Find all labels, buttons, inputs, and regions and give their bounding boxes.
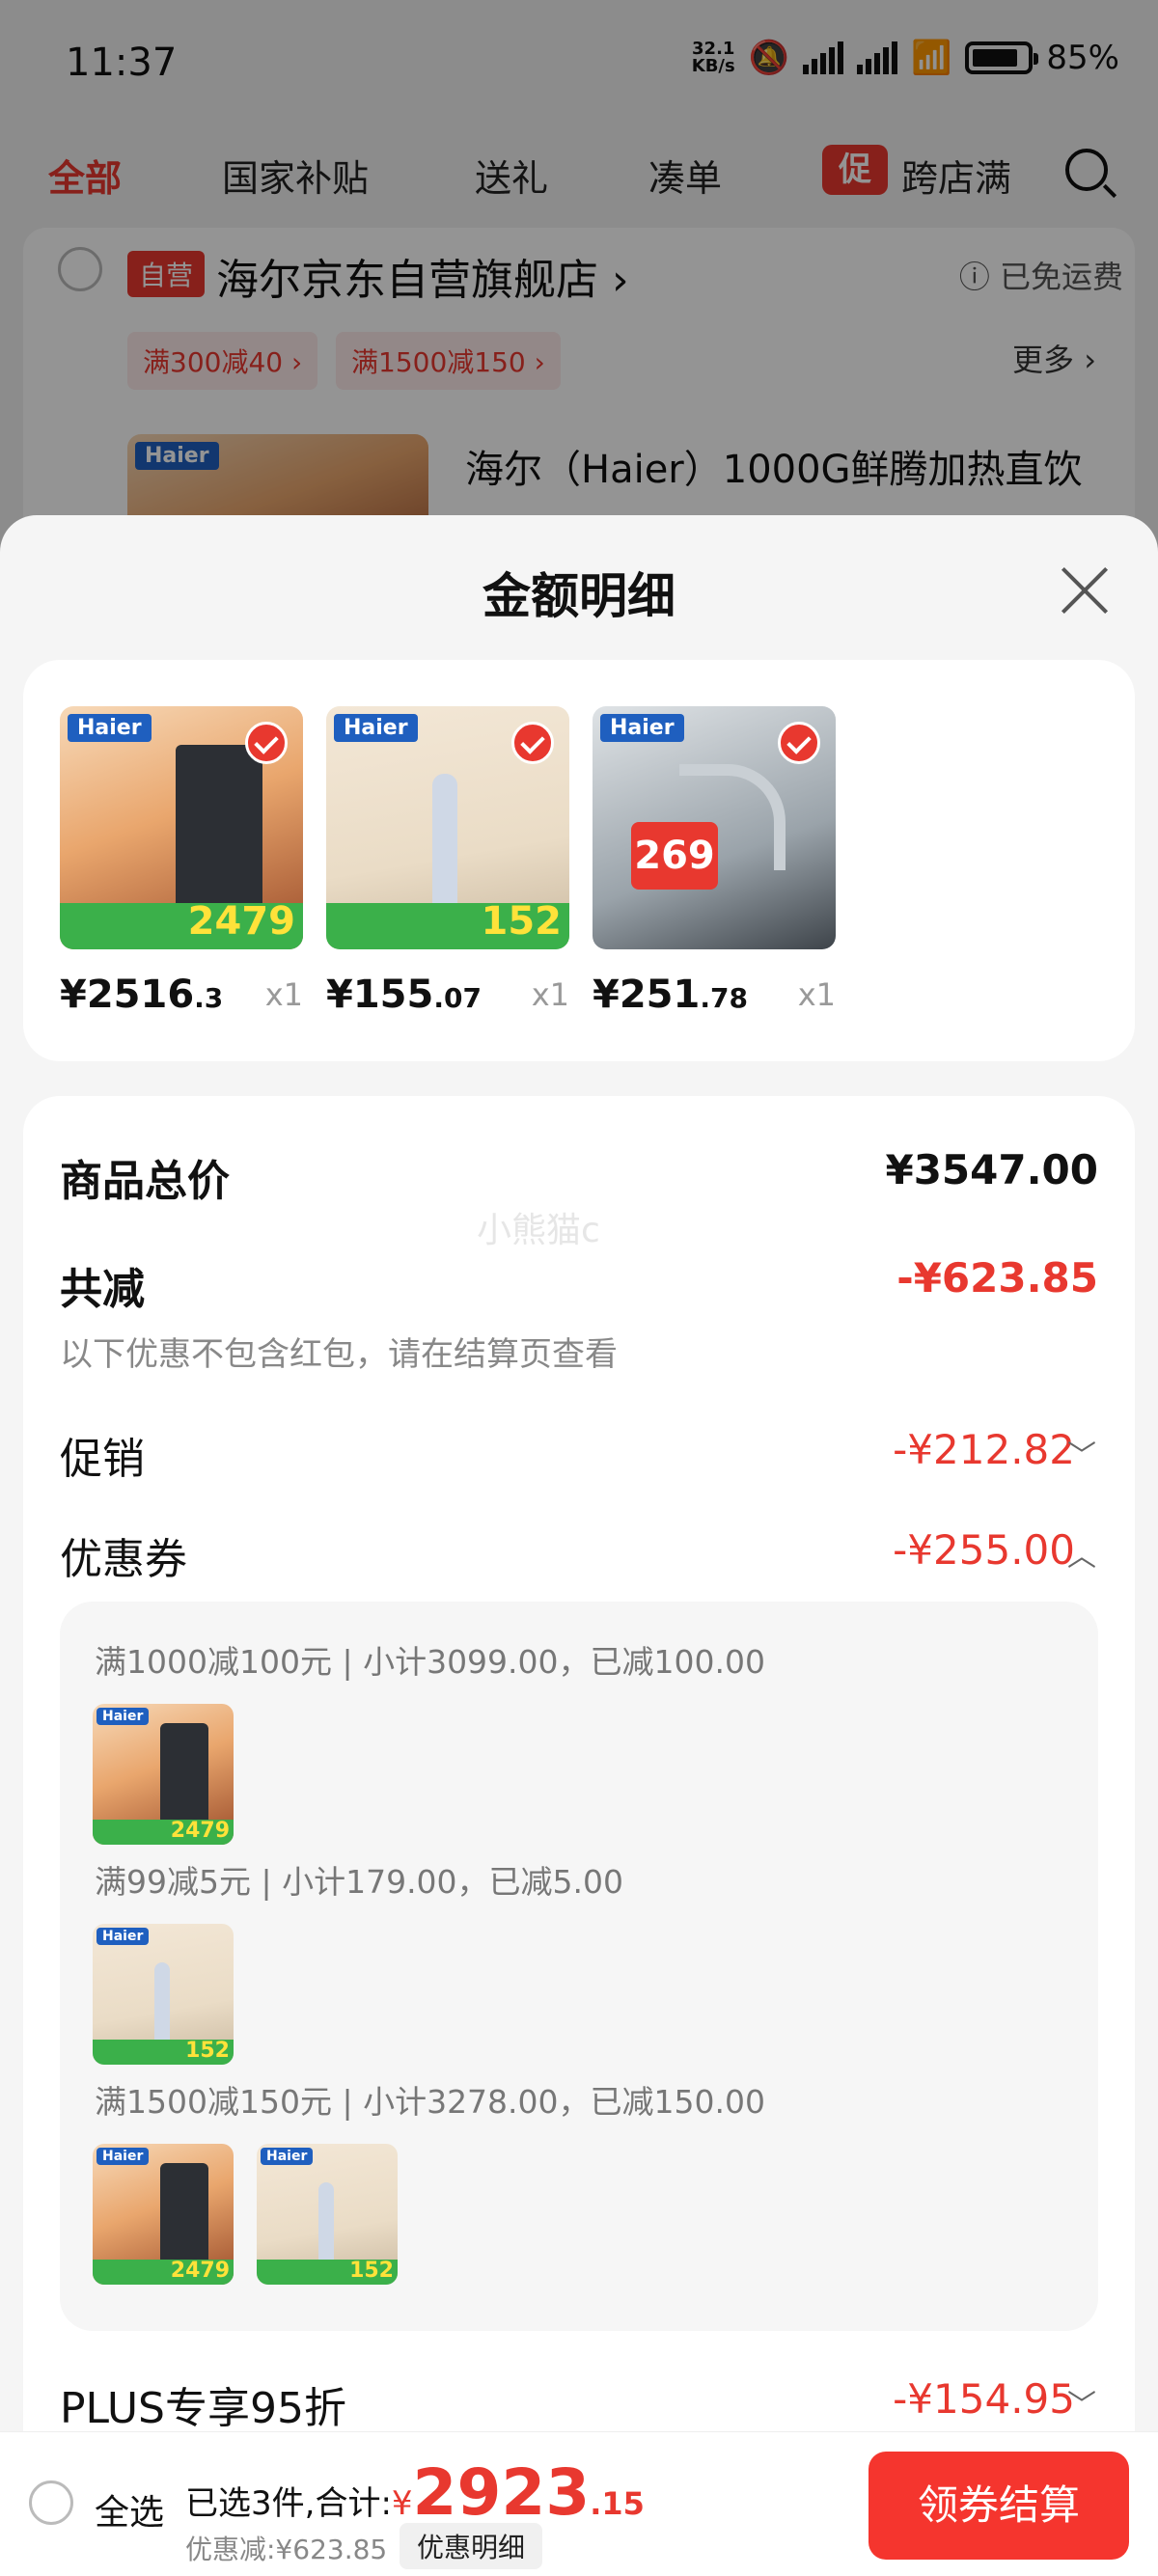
promotion-value[interactable]: -¥212.82	[893, 1426, 1075, 1473]
selected-products: Haier 2479 ¥2516.3 x1 Haier 152 ¥155.07 …	[23, 660, 1135, 1061]
chevron-up-icon[interactable]: ︿	[1067, 1532, 1096, 1575]
brand-logo: Haier	[600, 714, 684, 742]
product-price: ¥2516.3	[60, 973, 224, 1017]
product-image: Haier 269	[593, 706, 836, 949]
total-summary: 已选3件,合计:¥2923.15	[185, 2455, 645, 2530]
reduce-value: -¥623.85	[896, 1254, 1098, 1302]
price-detail-card: 商品总价 ¥3547.00 小熊猫c 共减 -¥623.85 以下优惠不包含红包…	[23, 1096, 1135, 2576]
coupon-group-title: 满1000减100元 | 小计3099.00，已减100.00	[95, 1643, 765, 1681]
discount-detail-button[interactable]: 优惠明细	[400, 2523, 543, 2569]
selected-product[interactable]: Haier 269 ¥251.78 x1	[593, 706, 836, 1017]
product-image: Haier 2479	[60, 706, 303, 949]
reduce-label: 共减	[60, 1265, 145, 1314]
brand-logo: Haier	[334, 714, 418, 742]
plus-discount-value[interactable]: -¥154.95	[893, 2375, 1075, 2423]
badge-price: 269	[631, 822, 718, 890]
badge-price: 152	[481, 899, 563, 944]
coupon-label[interactable]: 优惠券	[60, 1524, 187, 1586]
chevron-down-icon[interactable]: ﹀	[1067, 1432, 1096, 1474]
promotion-label[interactable]: 促销	[60, 1424, 145, 1486]
watermark: 小熊猫c	[477, 1211, 600, 1250]
select-all-label[interactable]: 全选	[95, 2484, 164, 2535]
discount-summary: 优惠减:¥623.85	[185, 2534, 388, 2565]
coupon-product-thumb: Haier 152	[257, 2144, 398, 2285]
product-price: ¥155.07	[326, 973, 482, 1017]
checkout-button[interactable]: 领券结算	[868, 2452, 1129, 2560]
coupon-product-thumb: Haier 152	[93, 1924, 234, 2065]
checkout-bar: 全选 已选3件,合计:¥2923.15 优惠减:¥623.85 优惠明细 领券结…	[0, 2431, 1158, 2576]
coupon-group-title: 满1500减150元 | 小计3278.00，已减150.00	[95, 2083, 765, 2121]
checked-icon	[778, 722, 820, 764]
coupon-value[interactable]: -¥255.00	[893, 1526, 1075, 1574]
steamer-illustration	[432, 774, 457, 918]
select-all-radio[interactable]	[29, 2480, 73, 2525]
chevron-down-icon[interactable]: ﹀	[1067, 2381, 1096, 2424]
total-value: ¥3547.00	[885, 1146, 1098, 1193]
badge-price: 2479	[187, 899, 295, 944]
coupon-product-thumb: Haier 2479	[93, 2144, 234, 2285]
amount-detail-sheet: 金额明细 Haier 2479 ¥2516.3 x1 Haier 152 ¥15…	[0, 515, 1158, 2576]
reduce-note: 以下优惠不包含红包，请在结算页查看	[60, 1335, 618, 1374]
product-quantity: x1	[264, 976, 303, 1013]
product-image: Haier 152	[326, 706, 569, 949]
product-quantity: x1	[531, 976, 569, 1013]
close-icon[interactable]	[1058, 563, 1112, 617]
coupon-product-thumb: Haier 2479	[93, 1704, 234, 1845]
selected-product[interactable]: Haier 2479 ¥2516.3 x1	[60, 706, 303, 1017]
product-quantity: x1	[797, 976, 836, 1013]
coupon-breakdown: 满1000减100元 | 小计3099.00，已减100.00 Haier 247…	[60, 1602, 1098, 2331]
plus-discount-label[interactable]: PLUS专享95折	[60, 2373, 346, 2435]
total-label: 商品总价	[60, 1157, 230, 1206]
coupon-group-title: 满99减5元 | 小计179.00，已减5.00	[95, 1863, 624, 1901]
selected-product[interactable]: Haier 152 ¥155.07 x1	[326, 706, 569, 1017]
brand-logo: Haier	[68, 714, 152, 742]
total-amount: 2923	[412, 2455, 591, 2530]
checked-icon	[511, 722, 554, 764]
sheet-title: 金额明细	[482, 568, 676, 624]
checked-icon	[245, 722, 288, 764]
product-price: ¥251.78	[593, 973, 748, 1017]
